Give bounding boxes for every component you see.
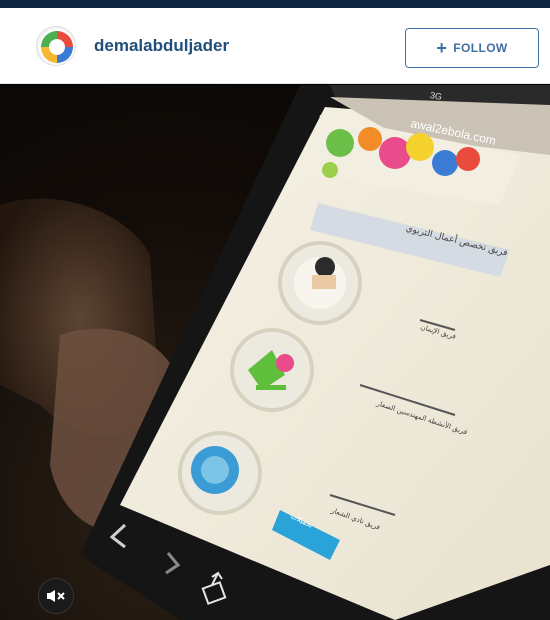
post-header: demalabduljader + FOLLOW [0,8,550,84]
follow-button[interactable]: + FOLLOW [405,28,539,68]
username-link[interactable]: demalabduljader [94,36,229,56]
post-video[interactable]: awal2ebola.com 3G فريق تخصص أعمال التربو… [0,85,550,620]
plus-icon: + [436,38,448,58]
video-frame [0,85,550,620]
phone-status-network: 3G [429,90,443,102]
avatar[interactable] [36,26,76,66]
speaker-muted-icon [47,590,65,602]
top-status-strip [0,0,550,8]
mute-button[interactable] [38,578,74,614]
follow-label: FOLLOW [453,41,508,55]
avatar-logo-icon [39,29,75,65]
